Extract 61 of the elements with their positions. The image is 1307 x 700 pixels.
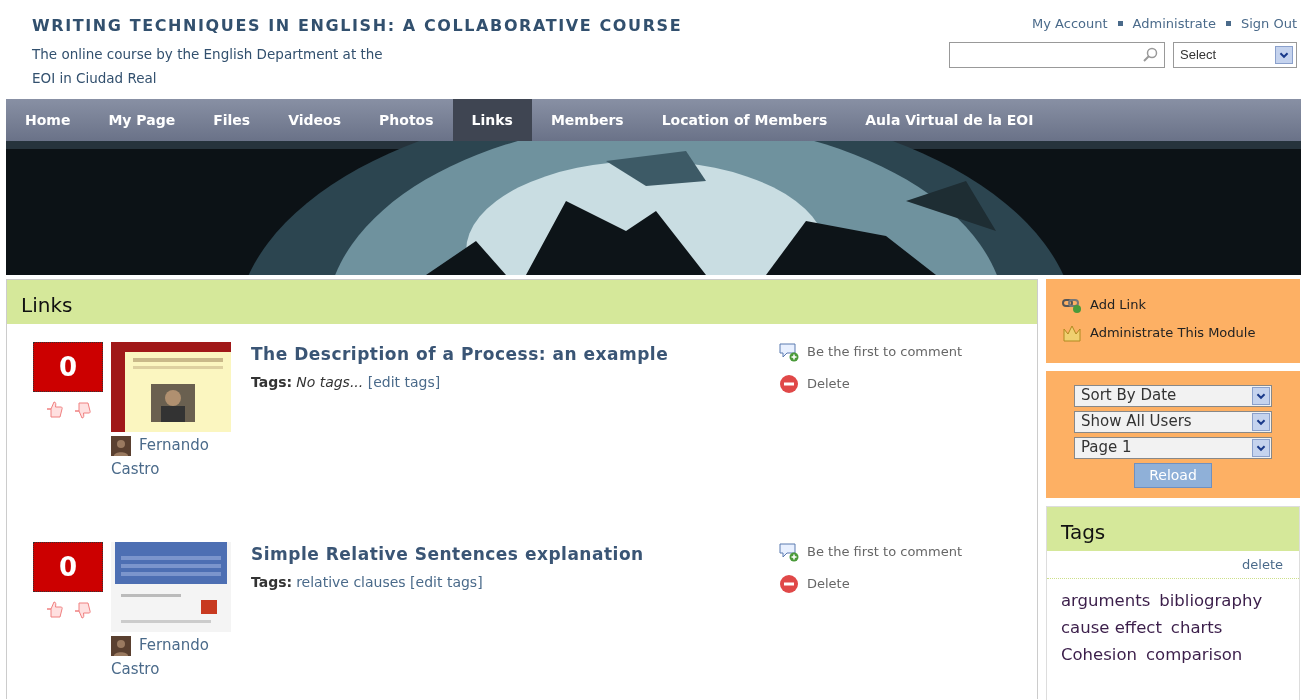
comment-add-icon[interactable] bbox=[779, 342, 799, 362]
panel-title: Tags bbox=[1047, 506, 1299, 551]
thumbs-up-icon[interactable] bbox=[44, 600, 64, 620]
thumbs-down-icon[interactable] bbox=[72, 400, 92, 420]
site-subtitle: The online course by the English Department at the EOI in Ciudad Real bbox=[32, 45, 384, 88]
author-link[interactable]: Fernando Castro bbox=[111, 433, 251, 481]
tag-link[interactable]: cause effect bbox=[1061, 614, 1162, 641]
tag-link[interactable]: bibliography bbox=[1159, 587, 1263, 614]
vote-score: 0 bbox=[33, 342, 103, 392]
delete-icon[interactable] bbox=[779, 374, 799, 394]
nav-tab[interactable]: Links bbox=[452, 99, 532, 141]
user-link[interactable]: Sign Out bbox=[1240, 14, 1297, 34]
tag-link[interactable]: arguments bbox=[1061, 587, 1151, 614]
nav-tab[interactable]: Location of Members bbox=[642, 99, 847, 141]
tags-text: No tags... bbox=[296, 373, 364, 390]
comment-add-icon[interactable] bbox=[779, 542, 799, 562]
search-icon[interactable] bbox=[1142, 46, 1158, 63]
link-title[interactable]: Simple Relative Sentences explanation bbox=[251, 544, 644, 564]
edit-tags-link[interactable]: [edit tags] bbox=[367, 373, 441, 390]
dropdown-icon[interactable] bbox=[1252, 412, 1270, 431]
comment-link[interactable]: Be the first to comment bbox=[807, 542, 962, 562]
vote-score: 0 bbox=[33, 542, 103, 592]
action-link[interactable]: Add Link bbox=[1090, 295, 1146, 315]
edit-tags-link[interactable]: [edit tags] bbox=[410, 573, 483, 590]
delete-icon[interactable] bbox=[779, 574, 799, 594]
tag-link[interactable]: relative clauses bbox=[296, 573, 406, 590]
tag-link[interactable]: charts bbox=[1170, 614, 1223, 641]
delete-link[interactable]: Delete bbox=[807, 374, 850, 394]
user-link[interactable]: My Account bbox=[1032, 14, 1108, 34]
thumbs-up-icon[interactable] bbox=[44, 400, 64, 420]
search-field[interactable] bbox=[949, 41, 1165, 68]
nav-tab[interactable]: Files bbox=[194, 99, 270, 141]
delete-link[interactable]: Delete bbox=[807, 574, 850, 594]
avatar-icon[interactable] bbox=[111, 636, 131, 656]
dropdown-icon[interactable] bbox=[1252, 386, 1270, 405]
nav-tab[interactable]: Home bbox=[6, 99, 90, 141]
filter-select[interactable]: Page 1 bbox=[1074, 436, 1272, 459]
tag-link[interactable]: Cohesion bbox=[1061, 641, 1137, 668]
comment-link[interactable]: Be the first to comment bbox=[807, 342, 962, 362]
scope-select[interactable]: Select bbox=[1173, 41, 1297, 68]
nav-tab[interactable]: Aula Virtual de la EOI bbox=[846, 99, 1053, 141]
action-link[interactable]: Administrate This Module bbox=[1090, 322, 1256, 343]
tag-link[interactable]: comparison bbox=[1145, 641, 1243, 668]
tags-label: Tags: bbox=[251, 373, 293, 390]
avatar-icon[interactable] bbox=[111, 436, 131, 456]
delete-link[interactable]: delete bbox=[1242, 556, 1283, 572]
nav-tab[interactable]: Photos bbox=[360, 99, 453, 141]
author-link[interactable]: Fernando Castro bbox=[111, 633, 251, 681]
panel-title: Links bbox=[7, 280, 1037, 324]
link-title[interactable]: The Description of a Process: an example bbox=[251, 344, 669, 364]
thumbs-down-icon[interactable] bbox=[72, 600, 92, 620]
nav-tab[interactable]: Videos bbox=[269, 99, 361, 141]
filter-select[interactable]: Show All Users bbox=[1074, 410, 1272, 433]
filter-select[interactable]: Sort By Date bbox=[1074, 384, 1272, 407]
nav-tab[interactable]: My Page bbox=[89, 99, 195, 141]
tags-label: Tags: bbox=[251, 573, 293, 590]
dropdown-icon[interactable] bbox=[1252, 438, 1270, 457]
user-link[interactable]: Administrate bbox=[1132, 14, 1216, 34]
nav-tab[interactable]: Members bbox=[531, 99, 643, 141]
dropdown-icon[interactable] bbox=[1275, 45, 1293, 64]
site-title: WRITING TECHNIQUES IN ENGLISH: A COLLABORATIVE COURSE bbox=[32, 15, 683, 37]
